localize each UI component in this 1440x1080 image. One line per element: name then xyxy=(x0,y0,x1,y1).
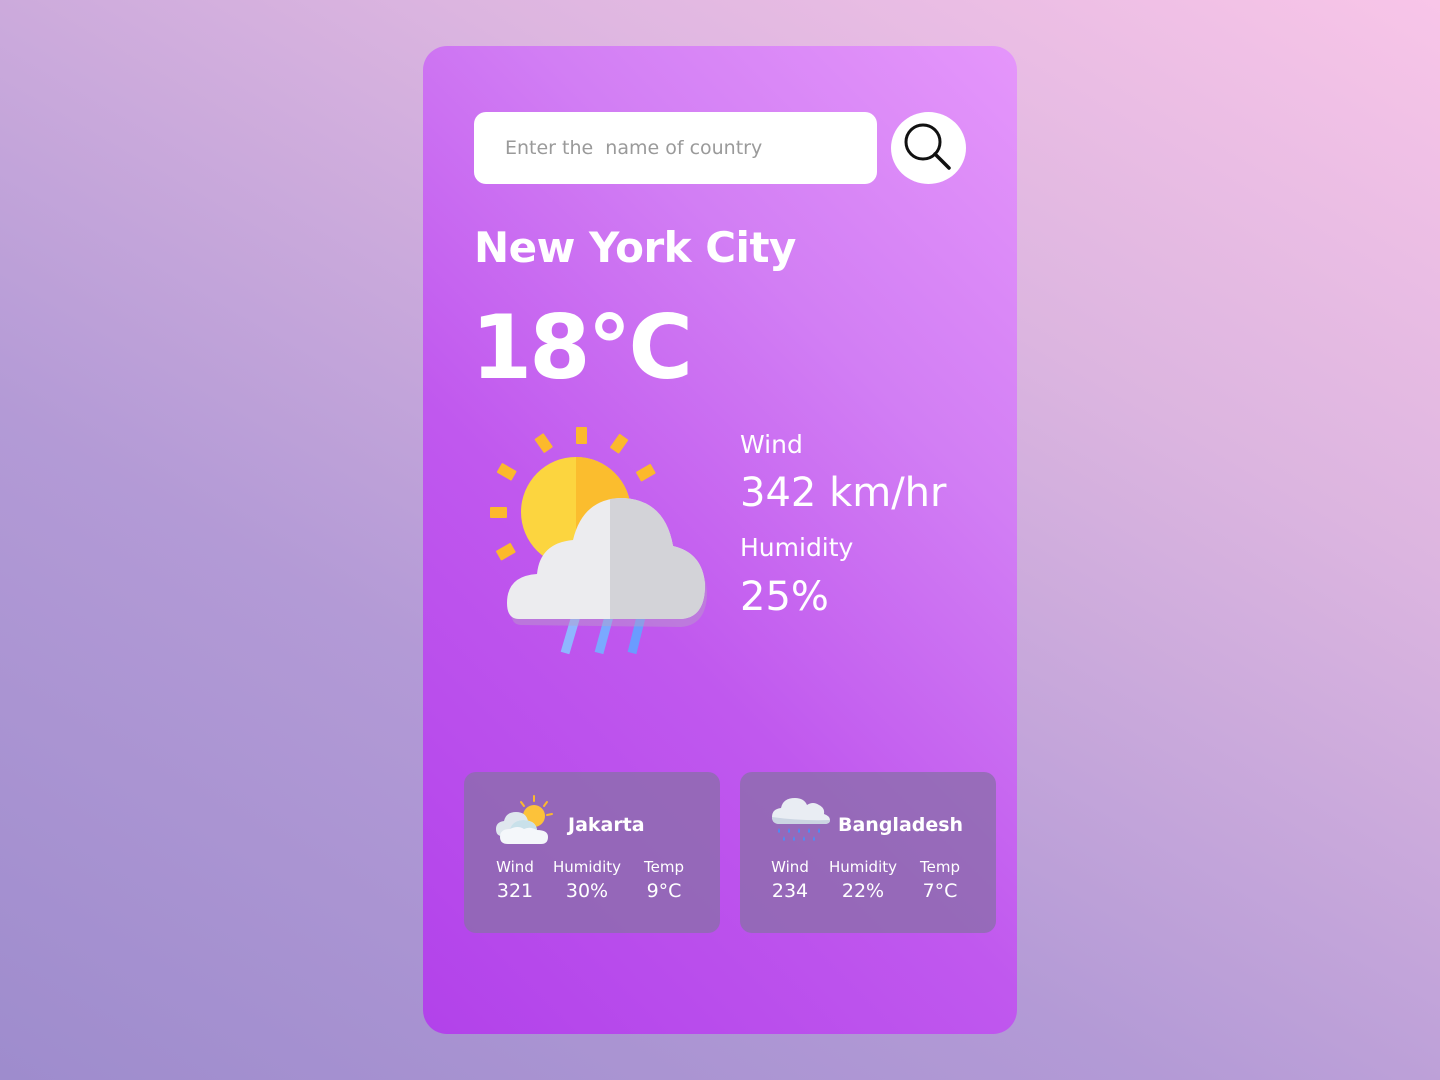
humidity-label: Humidity xyxy=(552,858,621,876)
current-temperature: 18°C xyxy=(471,296,693,399)
humidity-label: Humidity xyxy=(740,533,854,562)
humidity-stat: Humidity 30% xyxy=(552,858,622,902)
temp-value: 9°C xyxy=(646,880,682,902)
humidity-value: 22% xyxy=(841,880,885,902)
wind-value: 234 xyxy=(771,880,809,902)
city-card-bangladesh[interactable]: Bangladesh Wind 234 Humidity 22% Temp 7°… xyxy=(740,772,996,933)
temp-label: Temp xyxy=(920,858,960,876)
temp-stat: Temp 9°C xyxy=(638,858,690,902)
wind-value: 342 km/hr xyxy=(740,470,947,516)
sun-cloud-rain-icon xyxy=(490,427,707,655)
wind-stat: Wind 321 xyxy=(492,858,538,902)
city-name: New York City xyxy=(474,223,796,272)
wind-stat: Wind 234 xyxy=(768,858,812,902)
search-button[interactable] xyxy=(891,112,966,184)
humidity-stat: Humidity 22% xyxy=(828,858,898,902)
city-card-title: Bangladesh xyxy=(838,814,964,836)
city-card-jakarta[interactable]: Jakarta Wind 321 Humidity 30% Temp 9°C xyxy=(464,772,720,933)
humidity-value: 30% xyxy=(565,880,609,902)
weather-card: New York City 18°C Wind 342 km/hr Humidi… xyxy=(423,46,1017,1034)
humidity-value: 25% xyxy=(740,574,829,620)
country-search-input[interactable] xyxy=(474,112,877,184)
temp-stat: Temp 7°C xyxy=(914,858,966,902)
wind-label: Wind xyxy=(496,858,534,876)
wind-label: Wind xyxy=(740,430,803,459)
wind-value: 321 xyxy=(496,880,534,902)
rain-cloud-icon xyxy=(772,798,830,841)
temp-value: 7°C xyxy=(922,880,958,902)
humidity-label: Humidity xyxy=(828,858,897,876)
search-icon xyxy=(904,123,951,170)
city-card-title: Jakarta xyxy=(568,814,645,836)
temp-label: Temp xyxy=(644,858,684,876)
partly-cloudy-icon xyxy=(496,795,553,844)
wind-label: Wind xyxy=(771,858,809,876)
